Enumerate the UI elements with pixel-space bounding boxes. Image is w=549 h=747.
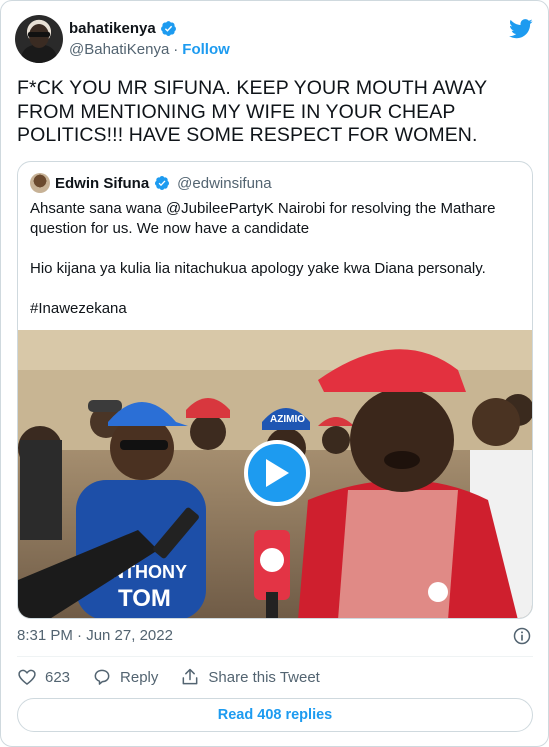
author-handle-row: @BahatiKenya · Follow bbox=[69, 41, 230, 58]
author-handle[interactable]: @BahatiKenya bbox=[69, 41, 169, 58]
quoted-paragraph: Hio kijana ya kulia lia nitachukua apolo… bbox=[30, 260, 486, 277]
separator-dot: · bbox=[173, 41, 179, 58]
shirt-text-line2: TOM bbox=[118, 585, 171, 612]
share-icon bbox=[182, 668, 198, 685]
author-name[interactable]: bahatikenya bbox=[69, 20, 156, 37]
tweet-header: bahatikenya @BahatiKenya · Follow bbox=[15, 15, 535, 65]
quoted-avatar[interactable] bbox=[30, 173, 50, 193]
read-replies-button[interactable]: Read 408 replies bbox=[17, 698, 533, 732]
author-name-row: bahatikenya bbox=[69, 20, 177, 37]
play-icon bbox=[266, 459, 289, 487]
quoted-tweet[interactable]: Edwin Sifuna @edwinsifuna Ahsante sana w… bbox=[17, 161, 533, 619]
quoted-author-handle[interactable]: @edwinsifuna bbox=[177, 175, 271, 192]
like-count: 623 bbox=[45, 668, 71, 686]
like-button[interactable]: 623 bbox=[17, 667, 70, 687]
divider bbox=[17, 656, 533, 657]
info-icon[interactable] bbox=[512, 626, 532, 646]
tweet-text: F*CK YOU MR SIFUNA. KEEP YOUR MOUTH AWAY… bbox=[17, 77, 487, 146]
tweet-timestamp[interactable]: 8:31 PM · Jun 27, 2022 bbox=[17, 627, 173, 644]
heart-icon bbox=[18, 669, 36, 686]
quoted-hashtag[interactable]: #Inawezekana bbox=[30, 299, 520, 319]
video-thumbnail[interactable]: AZIMIO ANTHONY TOM bbox=[18, 330, 532, 618]
play-button[interactable] bbox=[244, 440, 310, 506]
tweet-actions: 623 Reply Share this Tweet bbox=[17, 667, 342, 687]
reply-label: Reply bbox=[120, 668, 159, 686]
share-label: Share this Tweet bbox=[208, 668, 320, 686]
verified-badge-icon bbox=[160, 21, 176, 37]
tweet-card: bahatikenya @BahatiKenya · Follow F*CK Y… bbox=[0, 0, 549, 747]
quoted-paragraph: Ahsante sana wana @JubileePartyK Nairobi… bbox=[30, 200, 496, 237]
quoted-header: Edwin Sifuna @edwinsifuna bbox=[30, 173, 272, 193]
verified-badge-icon bbox=[155, 176, 170, 191]
twitter-bird-icon[interactable] bbox=[509, 19, 533, 39]
reply-icon bbox=[94, 669, 110, 685]
author-avatar[interactable] bbox=[15, 15, 63, 63]
follow-button[interactable]: Follow bbox=[182, 41, 230, 58]
share-button[interactable]: Share this Tweet bbox=[180, 667, 320, 687]
quoted-author-name[interactable]: Edwin Sifuna bbox=[55, 175, 149, 192]
cap-text: AZIMIO bbox=[270, 414, 305, 425]
quoted-text: Ahsante sana wana @JubileePartyK Nairobi… bbox=[30, 199, 520, 339]
reply-button[interactable]: Reply bbox=[92, 667, 158, 687]
